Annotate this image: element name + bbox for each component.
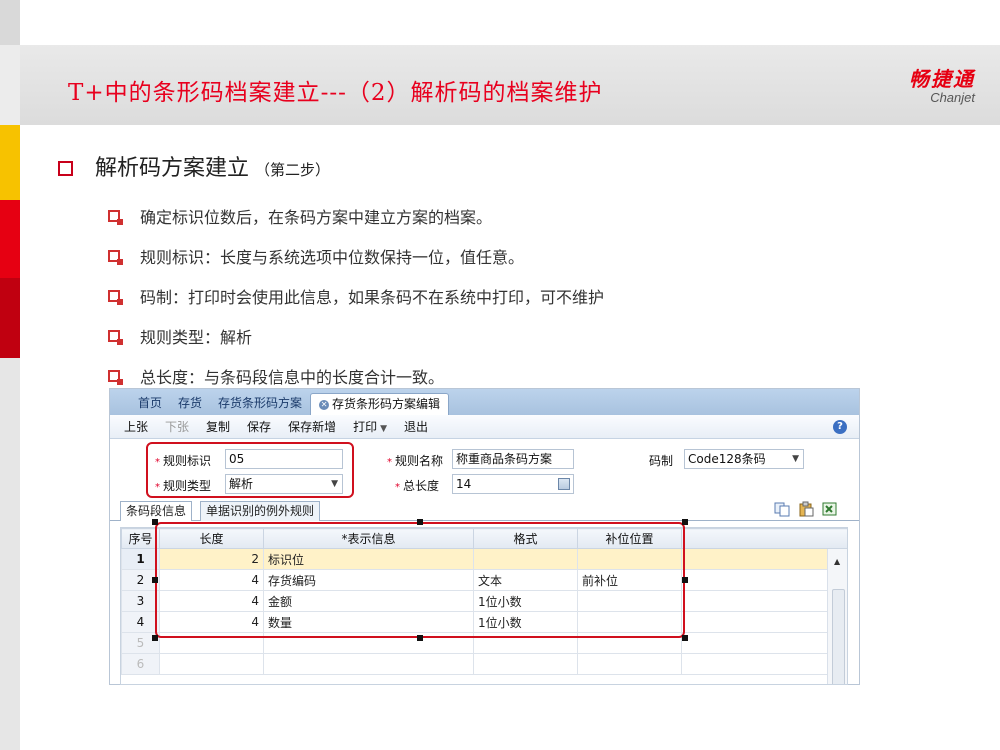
sub-tab-bar: 条码段信息 单据识别的例外规则 [110, 501, 859, 521]
resize-handle [682, 635, 688, 641]
export-excel-icon[interactable] [821, 501, 839, 517]
save-new-button[interactable]: 保存新增 [288, 418, 336, 435]
title-band: T+中的条形码档案建立---（2）解析码的档案维护 畅捷通 Chanjet [20, 45, 1000, 125]
close-icon[interactable]: ✕ [319, 400, 330, 410]
print-button[interactable]: 打印 ▼ [353, 418, 387, 435]
side-strip-darkred [0, 278, 20, 358]
section-heading: 解析码方案建立 （第二步） [58, 150, 330, 182]
tab-barcode-scheme-edit[interactable]: ✕ 存货条形码方案编辑 [310, 393, 450, 415]
paste-rows-icon[interactable] [797, 501, 815, 517]
resize-handle [152, 519, 158, 525]
tab-bar: 首页 存货 存货条形码方案 ✕ 存货条形码方案编辑 [110, 389, 859, 415]
tab-barcode-scheme[interactable]: 存货条形码方案 [210, 393, 310, 415]
side-strip-bottom [0, 358, 20, 750]
exit-button[interactable]: 退出 [404, 418, 428, 435]
bullet-icon [108, 210, 123, 225]
vertical-scrollbar[interactable]: ▲ [827, 549, 847, 684]
resize-handle [152, 577, 158, 583]
chevron-down-icon: ▼ [380, 424, 388, 434]
heading-sub: （第二步） [255, 161, 331, 179]
help-icon[interactable]: ? [833, 420, 847, 434]
calculator-icon[interactable] [558, 478, 570, 490]
code-type-label: 码制 [649, 454, 674, 468]
total-length-input[interactable]: 14 [452, 474, 574, 494]
col-header-seq: 序号 [121, 528, 160, 549]
bullet-icon [108, 250, 123, 265]
tab-home[interactable]: 首页 [130, 393, 170, 415]
save-button[interactable]: 保存 [247, 418, 271, 435]
resize-handle [682, 519, 688, 525]
bullet-item: 码制：打印时会使用此信息，如果条码不在系统中打印，可不维护 [108, 276, 604, 316]
rule-name-label: * 规则名称 [387, 454, 444, 468]
bullet-item: 规则类型：解析 [108, 316, 604, 356]
bullet-icon [108, 330, 123, 345]
side-strip-red [0, 200, 20, 278]
grid-tools [767, 501, 839, 517]
tab-exception-rules[interactable]: 单据识别的例外规则 [200, 501, 321, 521]
bullet-item: 规则标识：长度与系统选项中位数保持一位，值任意。 [108, 236, 604, 276]
resize-handle [417, 519, 423, 525]
resize-handle [152, 635, 158, 641]
required-icon: * [387, 457, 392, 468]
copy-rows-icon[interactable] [773, 501, 791, 517]
copy-button[interactable]: 复制 [206, 418, 230, 435]
side-strip-gray [0, 0, 20, 45]
slide: T+中的条形码档案建立---（2）解析码的档案维护 畅捷通 Chanjet 解析… [0, 0, 1000, 750]
toolbar: 上张 下张 复制 保存 保存新增 打印 ▼ 退出 ? [110, 415, 859, 439]
bullet-icon [108, 290, 123, 305]
bullet-icon [108, 370, 123, 385]
slide-title: T+中的条形码档案建立---（2）解析码的档案维护 [68, 80, 603, 106]
chevron-down-icon[interactable]: ▼ [792, 450, 799, 468]
chanjet-logo: 畅捷通 Chanjet [909, 63, 975, 105]
next-button[interactable]: 下张 [165, 418, 189, 435]
resize-handle [682, 577, 688, 583]
highlight-frame-segment-grid [155, 522, 685, 638]
side-strip-yellow [0, 125, 20, 200]
scroll-up-icon[interactable]: ▲ [834, 557, 840, 566]
highlight-frame-rule-fields [146, 442, 354, 498]
side-strip-light [0, 45, 20, 125]
logo-en-text: Chanjet [930, 90, 975, 105]
logo-cn-text: 畅捷通 [909, 67, 975, 91]
prev-button[interactable]: 上张 [124, 418, 148, 435]
bullet-item: 确定标识位数后，在条码方案中建立方案的档案。 [108, 196, 604, 236]
scroll-thumb[interactable] [832, 589, 845, 684]
col-header-blank [681, 528, 847, 549]
bullet-list: 确定标识位数后，在条码方案中建立方案的档案。 规则标识：长度与系统选项中位数保持… [108, 196, 604, 396]
checkbox-bullet-icon [58, 161, 73, 176]
heading-text: 解析码方案建立 [95, 156, 250, 181]
rule-name-input[interactable]: 称重商品条码方案 [452, 449, 574, 469]
tab-barcode-segments[interactable]: 条码段信息 [120, 501, 193, 521]
resize-handle [417, 635, 423, 641]
code-type-select[interactable]: Code128条码 ▼ [684, 449, 804, 469]
table-row[interactable]: 6 [121, 653, 847, 675]
required-icon: * [395, 482, 400, 493]
tab-inventory[interactable]: 存货 [170, 393, 210, 415]
total-length-label: * 总长度 [395, 479, 440, 493]
